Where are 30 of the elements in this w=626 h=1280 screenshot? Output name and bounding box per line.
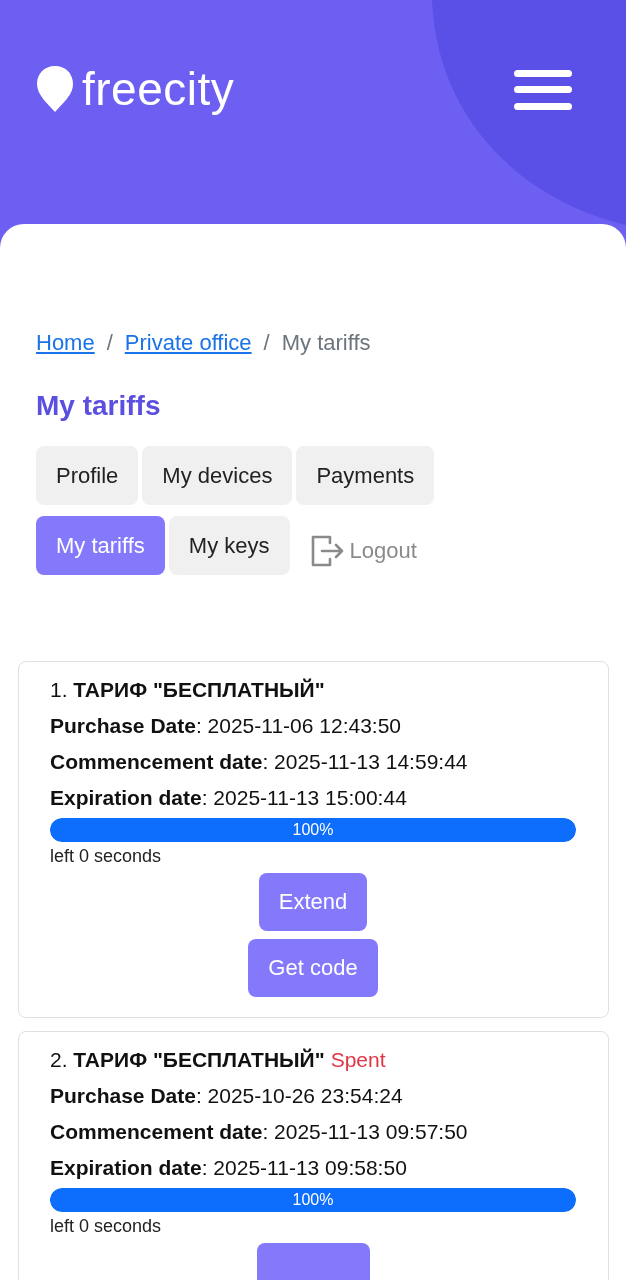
- breadcrumb-link[interactable]: Home: [36, 330, 95, 356]
- menu-icon[interactable]: [514, 70, 572, 110]
- remaining-time: left 0 seconds: [50, 846, 163, 867]
- date-row-text: Commencement date: 2025-11-13 14:59:44: [50, 750, 469, 774]
- page-title: My tariffs: [36, 390, 162, 422]
- tariff-title: 2. ТАРИФ "БЕСПЛАТНЫЙ": [50, 1048, 325, 1072]
- action-button[interactable]: Extend: [258, 873, 368, 931]
- breadcrumb-separator: /: [263, 330, 270, 356]
- breadcrumb-link[interactable]: Private office: [124, 330, 252, 356]
- tab[interactable]: Profile: [36, 446, 139, 505]
- tab[interactable]: Payments: [296, 446, 435, 505]
- date-row-text: Commencement date: 2025-11-13 09:57:50: [50, 1120, 469, 1144]
- tab[interactable]: My tariffs: [36, 516, 165, 575]
- progress-label: 100%: [291, 1190, 335, 1210]
- date-row-text: Expiration date: 2025-11-13 15:00:44: [50, 786, 408, 810]
- action-button[interactable]: Get code: [248, 939, 378, 997]
- remaining-time: left 0 seconds: [50, 1216, 163, 1237]
- progress-label: 100%: [291, 820, 335, 840]
- breadcrumb-separator: /: [106, 330, 113, 356]
- map-pin-icon: [36, 65, 74, 113]
- breadcrumb-current: My tariffs: [281, 330, 371, 356]
- tab[interactable]: My keys: [168, 516, 290, 575]
- date-row-text: Purchase Date: 2025-11-06 12:43:50: [50, 714, 402, 738]
- date-row-text: Purchase Date: 2025-10-26 23:54:24: [50, 1084, 404, 1108]
- tariff-title: 1. ТАРИФ "БЕСПЛАТНЫЙ": [50, 678, 325, 702]
- logo-text[interactable]: freecity: [82, 64, 235, 114]
- tariff-status: Spent: [330, 1048, 386, 1072]
- date-row-text: Expiration date: 2025-11-13 09:58:50: [50, 1156, 408, 1180]
- logout-link[interactable]: Logout: [309, 516, 417, 575]
- tab[interactable]: My devices: [142, 446, 293, 505]
